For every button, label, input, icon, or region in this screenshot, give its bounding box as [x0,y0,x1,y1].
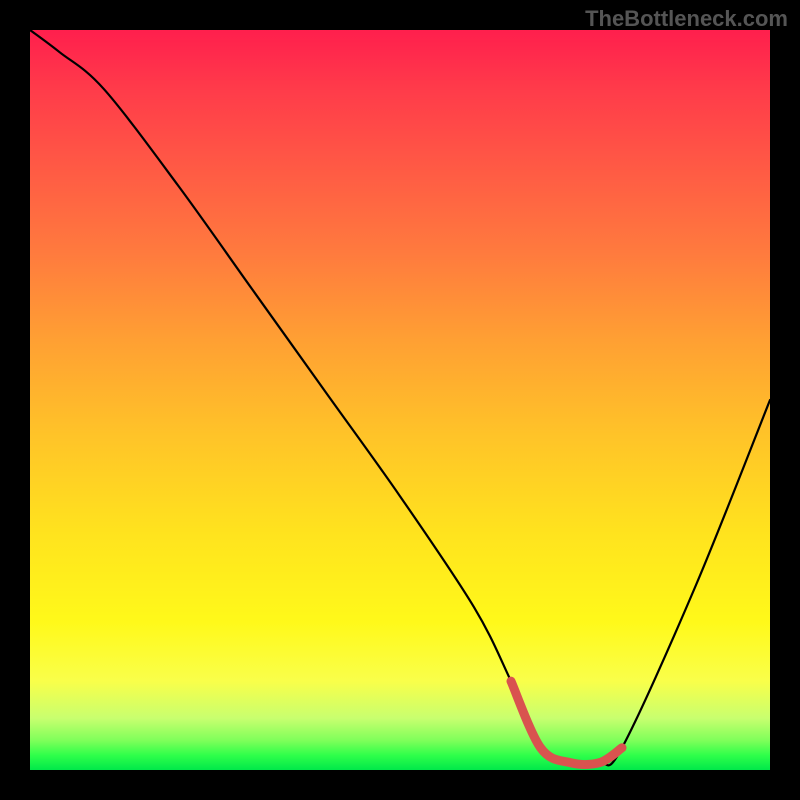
chart-plot-area [30,30,770,770]
bottleneck-curve [30,30,770,770]
watermark-text: TheBottleneck.com [585,6,788,32]
curve-highlight [511,681,622,764]
curve-path [30,30,770,765]
